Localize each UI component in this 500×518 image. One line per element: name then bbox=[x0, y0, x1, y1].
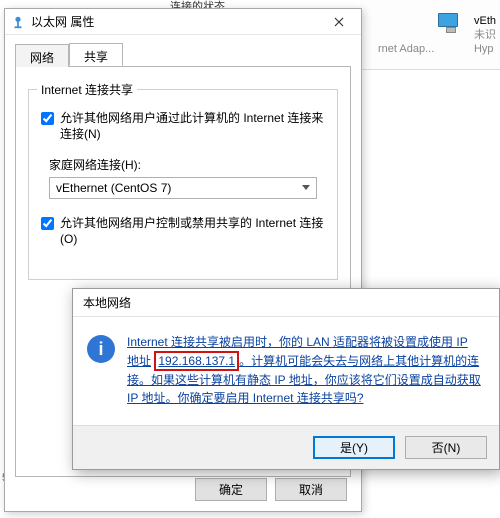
groupbox-title: Internet 连接共享 bbox=[37, 81, 137, 98]
tab-bar: 网络 共享 bbox=[15, 43, 351, 67]
close-button[interactable] bbox=[323, 12, 355, 32]
bg-adap-type: rnet Adap... bbox=[378, 42, 448, 56]
bg-panel: vEth 未识 rnet Adap... Hyp bbox=[360, 0, 500, 70]
tab-sharing[interactable]: 共享 bbox=[69, 43, 123, 66]
allow-control-label: 允许其他网络用户控制或禁用共享的 Internet 连接(O) bbox=[60, 215, 325, 247]
allow-others-row: 允许其他网络用户通过此计算机的 Internet 连接来连接(N) bbox=[41, 110, 325, 142]
info-icon: i bbox=[87, 335, 117, 365]
chevron-down-icon bbox=[302, 183, 310, 194]
ok-button[interactable]: 确定 bbox=[195, 478, 267, 501]
msgbox-title[interactable]: 本地网络 bbox=[73, 289, 499, 317]
dialog-title: 以太网 属性 bbox=[31, 13, 323, 30]
ics-groupbox: Internet 连接共享 允许其他网络用户通过此计算机的 Internet 连… bbox=[28, 89, 338, 280]
close-icon bbox=[334, 17, 344, 27]
confirm-msgbox: 本地网络 i Internet 连接共享被启用时，你的 LAN 适配器将被设置成… bbox=[72, 288, 500, 470]
home-conn-label: 家庭网络连接(H): bbox=[49, 156, 325, 173]
bg-adap-name: vEth bbox=[474, 14, 496, 28]
allow-control-checkbox[interactable] bbox=[41, 217, 54, 230]
msgbox-text: Internet 连接共享被启用时，你的 LAN 适配器将被设置成使用 IP 地… bbox=[127, 333, 481, 407]
home-conn-dropdown[interactable]: vEthernet (CentOS 7) bbox=[49, 177, 317, 199]
bg-adapter-text: vEth 未识 rnet Adap... Hyp bbox=[474, 14, 496, 56]
msg-ip: 192.168.137.1 bbox=[154, 351, 239, 371]
tab-network[interactable]: 网络 bbox=[15, 44, 69, 67]
msgbox-body: i Internet 连接共享被启用时，你的 LAN 适配器将被设置成使用 IP… bbox=[73, 317, 499, 425]
dialog-button-row: 确定 取消 bbox=[195, 478, 347, 501]
msg-ip-value: 192.168.137.1 bbox=[158, 354, 235, 368]
dropdown-value: vEthernet (CentOS 7) bbox=[56, 181, 171, 195]
bg-adap-status: 未识 bbox=[474, 28, 496, 42]
msgbox-button-row: 是(Y) 否(N) bbox=[73, 425, 499, 469]
adapter-icon bbox=[434, 13, 462, 35]
allow-others-checkbox[interactable] bbox=[41, 112, 54, 125]
allow-control-row: 允许其他网络用户控制或禁用共享的 Internet 连接(O) bbox=[41, 215, 325, 247]
cancel-button[interactable]: 取消 bbox=[275, 478, 347, 501]
no-button[interactable]: 否(N) bbox=[405, 436, 487, 459]
yes-button[interactable]: 是(Y) bbox=[313, 436, 395, 459]
allow-others-label: 允许其他网络用户通过此计算机的 Internet 连接来连接(N) bbox=[60, 110, 325, 142]
app-icon bbox=[11, 15, 25, 29]
titlebar[interactable]: 以太网 属性 bbox=[5, 9, 361, 35]
bg-adap-hyper: Hyp bbox=[474, 42, 496, 56]
